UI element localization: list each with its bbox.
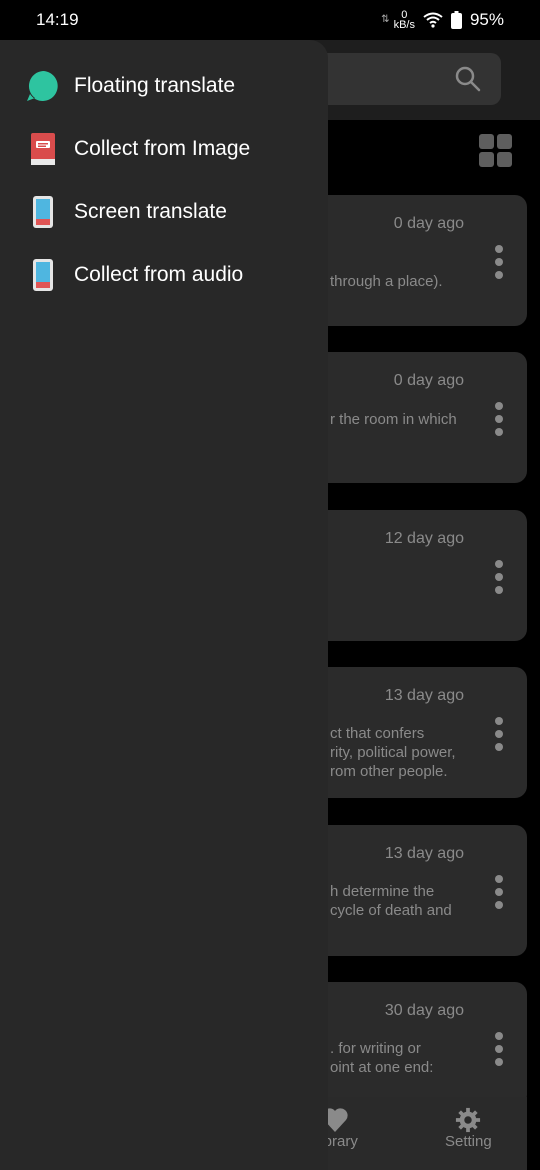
card-time-ago: 13 day ago [384, 687, 464, 704]
card-snippet: ct that confers rity, political power, r… [330, 725, 456, 780]
more-options-icon[interactable] [495, 717, 503, 751]
more-options-icon[interactable] [495, 1032, 503, 1066]
drawer-item-label: Screen translate [74, 200, 227, 223]
history-card[interactable]: 0 day ago r the room in which [300, 352, 527, 483]
status-icons: ⇅ 0 kB/s 95% [381, 10, 504, 31]
history-card[interactable]: 13 day ago ct that confers rity, politic… [300, 667, 527, 798]
data-arrows-icon: ⇅ [381, 14, 390, 25]
more-options-icon[interactable] [495, 402, 503, 436]
drawer-item-collect-from-image[interactable]: Collect from Image [26, 129, 250, 169]
drawer-item-screen-translate[interactable]: Screen translate [26, 192, 227, 232]
navigation-drawer: Floating translate Collect from Image Sc… [0, 40, 328, 1170]
drawer-item-floating-translate[interactable]: Floating translate [26, 66, 235, 106]
card-time-ago: 30 day ago [384, 1002, 464, 1019]
battery-icon [450, 11, 462, 29]
gear-icon [456, 1107, 481, 1133]
status-bar: 14:19 ⇅ 0 kB/s 95% [0, 0, 540, 40]
nav-setting[interactable]: Setting [445, 1107, 492, 1150]
drawer-item-collect-from-audio[interactable]: Collect from audio [26, 255, 243, 295]
status-time: 14:19 [36, 10, 79, 29]
more-options-icon[interactable] [495, 560, 503, 594]
wifi-icon [423, 12, 443, 28]
card-time-ago: 0 day ago [393, 215, 464, 232]
nav-setting-label: Setting [445, 1133, 492, 1150]
card-time-ago: 13 day ago [384, 845, 464, 862]
history-card[interactable]: 13 day ago h determine the cycle of deat… [300, 825, 527, 956]
card-snippet: through a place). [330, 273, 443, 290]
book-icon [26, 132, 60, 166]
bottom-navigation: Library Setting [300, 1097, 527, 1170]
network-speed: ⇅ 0 kB/s [381, 10, 415, 31]
card-time-ago: 0 day ago [393, 372, 464, 389]
chat-bubble-icon [26, 69, 60, 103]
more-options-icon[interactable] [495, 245, 503, 279]
drawer-item-label: Floating translate [74, 74, 236, 97]
drawer-item-label: Collect from audio [74, 263, 244, 286]
phone-icon [26, 195, 60, 229]
more-options-icon[interactable] [495, 875, 503, 909]
net-rate-unit: kB/s [393, 19, 415, 31]
phone-icon [26, 258, 60, 292]
drawer-item-label: Collect from Image [74, 137, 251, 160]
battery-level: 95% [469, 10, 504, 29]
history-card[interactable]: 12 day ago [300, 510, 527, 641]
card-snippet: . for writing or oint at one end: [330, 1040, 434, 1076]
grid-view-icon[interactable] [479, 134, 512, 167]
card-snippet: h determine the cycle of death and [330, 883, 452, 919]
history-card[interactable]: 30 day ago . for writing or oint at one … [300, 982, 527, 1107]
card-time-ago: 12 day ago [384, 530, 464, 547]
card-snippet: r the room in which [330, 411, 457, 428]
search-icon[interactable] [455, 66, 481, 92]
history-card[interactable]: 0 day ago through a place). [300, 195, 527, 326]
